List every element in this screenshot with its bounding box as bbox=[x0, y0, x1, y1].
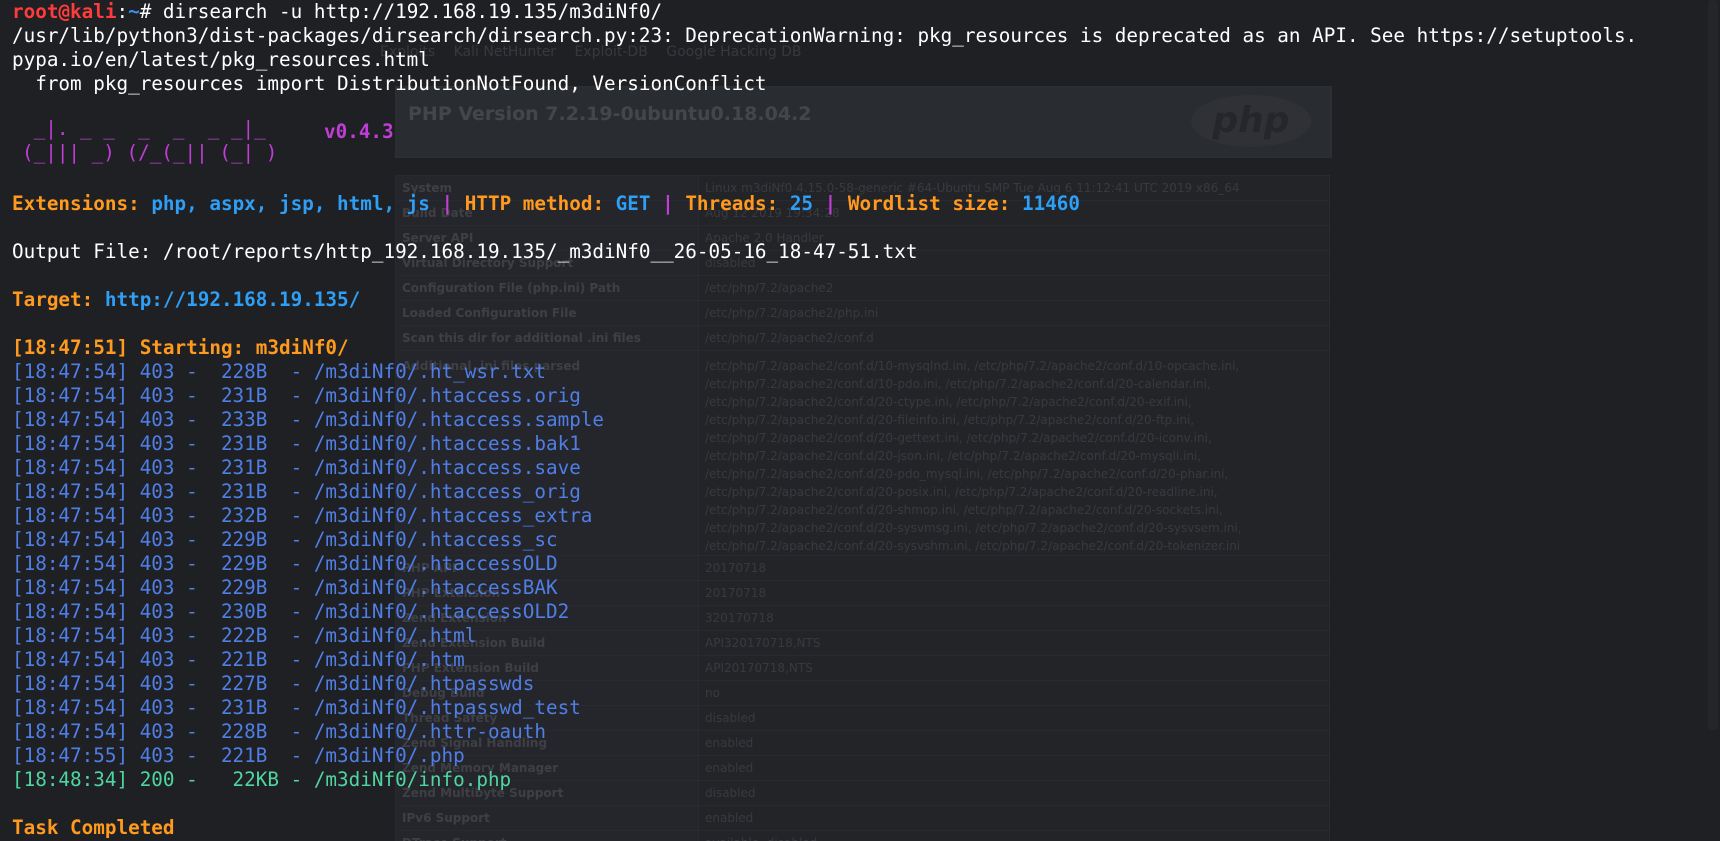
task-completed-line: Task Completed bbox=[12, 816, 175, 839]
prompt-user-host: root@kali bbox=[12, 0, 117, 23]
result-line: [18:47:54] 403 - 227B - /m3diNf0/.htpass… bbox=[12, 672, 535, 695]
config-separator: | bbox=[813, 192, 848, 215]
result-line: [18:47:54] 403 - 231B - /m3diNf0/.htacce… bbox=[12, 456, 581, 479]
terminal-window[interactable]: root@kali:~# dirsearch -u http://192.168… bbox=[0, 0, 1720, 841]
result-line: [18:47:54] 403 - 229B - /m3diNf0/.htacce… bbox=[12, 528, 558, 551]
config-separator: | bbox=[429, 192, 465, 215]
result-line: [18:47:54] 403 - 231B - /m3diNf0/.htacce… bbox=[12, 480, 581, 503]
result-line: [18:47:54] 403 - 228B - /m3diNf0/.httr-o… bbox=[12, 720, 546, 743]
version-label: v0.4.3 bbox=[324, 120, 394, 143]
result-line: [18:47:54] 403 - 233B - /m3diNf0/.htacce… bbox=[12, 408, 605, 431]
result-line: [18:47:54] 403 - 232B - /m3diNf0/.htacce… bbox=[12, 504, 593, 527]
result-line: [18:48:34] 200 - 22KB - /m3diNf0/info.ph… bbox=[12, 768, 512, 791]
prompt-separator: : bbox=[116, 0, 129, 23]
target-value: http://192.168.19.135/ bbox=[104, 288, 361, 311]
threads-value: 25 bbox=[789, 192, 814, 215]
result-line: [18:47:55] 403 - 221B - /m3diNf0/.php bbox=[12, 744, 465, 767]
prompt-symbol: # bbox=[139, 0, 163, 23]
http-method-label: HTTP method: bbox=[464, 192, 616, 215]
result-line: [18:47:54] 403 - 231B - /m3diNf0/.htacce… bbox=[12, 384, 581, 407]
wordlist-label: Wordlist size: bbox=[847, 192, 1022, 215]
warning-line-3: from pkg_resources import DistributionNo… bbox=[12, 72, 767, 95]
dirsearch-ascii-logo: _|. _ _ _ _ _ _|_ (_||| _) (/_(_|| (_| ) bbox=[22, 117, 277, 165]
result-line: [18:47:54] 403 - 231B - /m3diNf0/.htacce… bbox=[12, 432, 581, 455]
logo-line-2: (_||| _) (/_(_|| (_| ) bbox=[22, 141, 278, 164]
wordlist-value: 11460 bbox=[1021, 192, 1081, 215]
config-separator: | bbox=[650, 192, 686, 215]
prompt-command: dirsearch -u http://192.168.19.135/m3diN… bbox=[162, 0, 663, 23]
extensions-label: Extensions: bbox=[12, 192, 152, 215]
result-line: [18:47:54] 403 - 229B - /m3diNf0/.htacce… bbox=[12, 552, 558, 575]
warning-line-2: pypa.io/en/latest/pkg_resources.html bbox=[12, 48, 430, 71]
desktop-screen: Exploits Kali NetHunter Exploit-DB Googl… bbox=[0, 0, 1720, 841]
config-line: Extensions: php, aspx, jsp, html, js | H… bbox=[12, 192, 1080, 216]
result-line: [18:47:54] 403 - 221B - /m3diNf0/.htm bbox=[12, 648, 465, 671]
prompt-path: ~ bbox=[128, 0, 140, 23]
prompt-line: root@kali:~# dirsearch -u http://192.168… bbox=[12, 0, 662, 24]
result-line: [18:47:54] 403 - 231B - /m3diNf0/.htpass… bbox=[12, 696, 581, 719]
warning-line-1: /usr/lib/python3/dist-packages/dirsearch… bbox=[12, 24, 1638, 47]
target-line: Target: http://192.168.19.135/ bbox=[12, 288, 360, 312]
extensions-value: php, aspx, jsp, html, js bbox=[151, 192, 430, 215]
starting-line: [18:47:51] Starting: m3diNf0/ bbox=[12, 336, 349, 359]
result-line: [18:47:54] 403 - 222B - /m3diNf0/.html bbox=[12, 624, 477, 647]
logo-line-1: _|. _ _ _ _ _ _|_ bbox=[22, 117, 266, 140]
result-line: [18:47:54] 403 - 228B - /m3diNf0/.ht_wsr… bbox=[12, 360, 546, 383]
result-line: [18:47:54] 403 - 230B - /m3diNf0/.htacce… bbox=[12, 600, 570, 623]
result-line: [18:47:54] 403 - 229B - /m3diNf0/.htacce… bbox=[12, 576, 558, 599]
http-method-value: GET bbox=[615, 192, 651, 215]
output-file-line: Output File: /root/reports/http_192.168.… bbox=[12, 240, 918, 263]
target-label: Target: bbox=[12, 288, 105, 311]
threads-label: Threads: bbox=[685, 192, 790, 215]
